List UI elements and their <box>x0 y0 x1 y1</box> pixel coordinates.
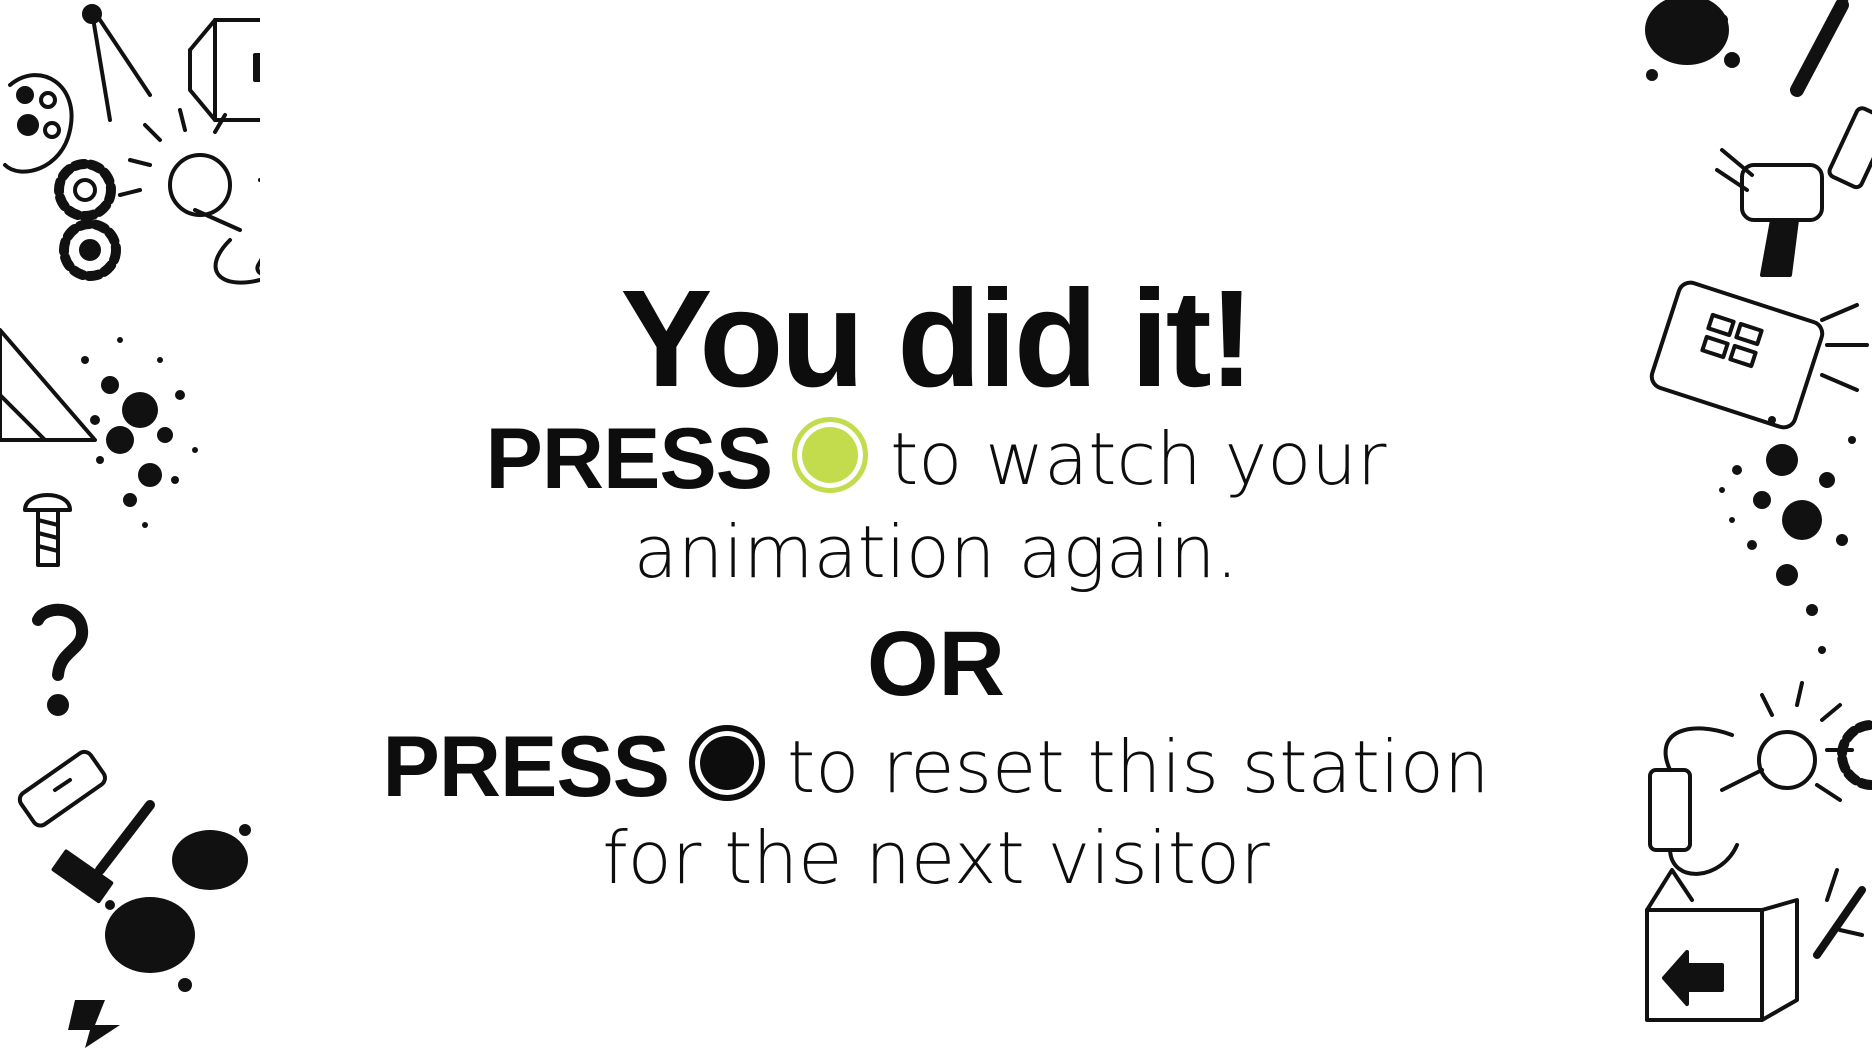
reset-text-line1: to reset this station <box>787 725 1490 809</box>
option-reset: PRESS to reset this station <box>0 724 1872 810</box>
replay-text-line1: to watch your <box>890 417 1387 501</box>
completion-message: You did it! PRESS to watch your animation… <box>0 0 1872 1048</box>
option-replay: PRESS to watch your <box>0 416 1872 502</box>
press-label: PRESS <box>382 719 670 815</box>
black-button-icon <box>689 725 766 801</box>
or-separator: OR <box>867 613 1005 715</box>
page-title: You did it! <box>620 262 1254 417</box>
replay-text-line2: animation again. <box>633 510 1239 594</box>
press-label: PRESS <box>485 411 774 507</box>
reset-text-line2: for the next visitor <box>602 816 1270 900</box>
green-button-icon <box>792 417 869 493</box>
